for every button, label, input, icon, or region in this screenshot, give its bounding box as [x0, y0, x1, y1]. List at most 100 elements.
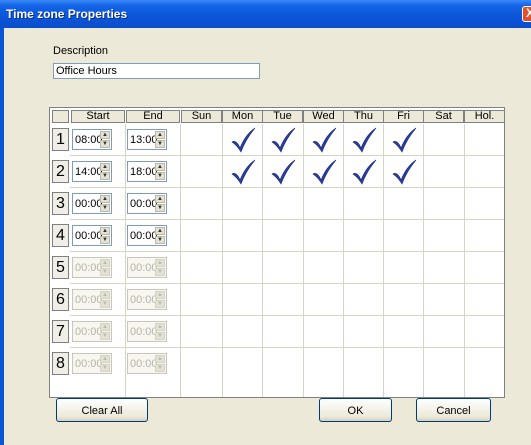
- spin-down-icon[interactable]: ▼: [155, 172, 165, 180]
- start-time-spinner[interactable]: 14:00 ▲ ▼: [72, 161, 112, 182]
- day-cell-wed[interactable]: [304, 157, 343, 187]
- spin-buttons[interactable]: ▲ ▼: [155, 131, 165, 148]
- day-cell-thu[interactable]: [344, 349, 383, 379]
- day-cell-tue[interactable]: [263, 317, 302, 347]
- start-time-spinner[interactable]: 08:00 ▲ ▼: [72, 129, 112, 150]
- day-cell-thu[interactable]: [344, 317, 383, 347]
- day-cell-hol[interactable]: [465, 253, 504, 283]
- day-cell-hol[interactable]: [465, 349, 504, 379]
- day-cell-mon[interactable]: [223, 125, 262, 155]
- spin-down-icon[interactable]: ▼: [155, 236, 165, 244]
- day-cell-mon[interactable]: [223, 253, 262, 283]
- day-cell-sat[interactable]: [424, 285, 463, 315]
- ok-button[interactable]: OK: [319, 398, 392, 422]
- spin-buttons[interactable]: ▲ ▼: [100, 227, 110, 244]
- day-cell-thu[interactable]: [344, 285, 383, 315]
- day-cell-sun[interactable]: [182, 221, 221, 251]
- spin-buttons[interactable]: ▲ ▼: [155, 195, 165, 212]
- spin-up-icon[interactable]: ▲: [100, 195, 110, 203]
- day-cell-fri[interactable]: [384, 285, 423, 315]
- day-cell-mon[interactable]: [223, 221, 262, 251]
- day-cell-sun[interactable]: [182, 349, 221, 379]
- spin-buttons[interactable]: ▲ ▼: [155, 163, 165, 180]
- spin-buttons[interactable]: ▲ ▼: [100, 163, 110, 180]
- day-cell-sat[interactable]: [424, 349, 463, 379]
- day-cell-sun[interactable]: [182, 253, 221, 283]
- day-cell-mon[interactable]: [223, 317, 262, 347]
- day-cell-wed[interactable]: [304, 253, 343, 283]
- day-cell-sat[interactable]: [424, 189, 463, 219]
- day-cell-fri[interactable]: [384, 349, 423, 379]
- day-cell-thu[interactable]: [344, 157, 383, 187]
- spin-up-icon[interactable]: ▲: [100, 163, 110, 171]
- day-cell-hol[interactable]: [465, 285, 504, 315]
- day-cell-hol[interactable]: [465, 221, 504, 251]
- day-cell-sat[interactable]: [424, 221, 463, 251]
- spin-buttons[interactable]: ▲ ▼: [100, 131, 110, 148]
- day-cell-sun[interactable]: [182, 285, 221, 315]
- day-cell-sun[interactable]: [182, 157, 221, 187]
- day-cell-hol[interactable]: [465, 317, 504, 347]
- day-cell-tue[interactable]: [263, 125, 302, 155]
- day-cell-sun[interactable]: [182, 189, 221, 219]
- end-time-spinner[interactable]: 18:00 ▲ ▼: [127, 161, 167, 182]
- spin-up-icon[interactable]: ▲: [100, 131, 110, 139]
- day-cell-mon[interactable]: [223, 157, 262, 187]
- end-time-spinner[interactable]: 00:00 ▲ ▼: [127, 193, 167, 214]
- day-cell-sat[interactable]: [424, 157, 463, 187]
- day-cell-hol[interactable]: [465, 157, 504, 187]
- day-cell-wed[interactable]: [304, 285, 343, 315]
- start-time-spinner[interactable]: 00:00 ▲ ▼: [72, 193, 112, 214]
- clear-all-button[interactable]: Clear All: [56, 398, 148, 422]
- day-cell-wed[interactable]: [304, 221, 343, 251]
- spin-down-icon[interactable]: ▼: [100, 140, 110, 148]
- day-cell-tue[interactable]: [263, 189, 302, 219]
- start-time-spinner[interactable]: 00:00 ▲ ▼: [72, 225, 112, 246]
- spin-buttons[interactable]: ▲ ▼: [155, 227, 165, 244]
- day-cell-wed[interactable]: [304, 349, 343, 379]
- day-cell-sat[interactable]: [424, 125, 463, 155]
- day-cell-wed[interactable]: [304, 317, 343, 347]
- end-time-spinner[interactable]: 00:00 ▲ ▼: [127, 225, 167, 246]
- day-cell-sun[interactable]: [182, 125, 221, 155]
- day-cell-mon[interactable]: [223, 189, 262, 219]
- close-button[interactable]: X: [522, 6, 531, 22]
- day-cell-tue[interactable]: [263, 349, 302, 379]
- day-cell-fri[interactable]: [384, 221, 423, 251]
- day-cell-tue[interactable]: [263, 221, 302, 251]
- spin-up-icon[interactable]: ▲: [155, 163, 165, 171]
- day-cell-tue[interactable]: [263, 157, 302, 187]
- cancel-button[interactable]: Cancel: [416, 398, 491, 422]
- spin-up-icon[interactable]: ▲: [100, 227, 110, 235]
- spin-up-icon[interactable]: ▲: [155, 227, 165, 235]
- spin-down-icon[interactable]: ▼: [155, 140, 165, 148]
- day-cell-tue[interactable]: [263, 253, 302, 283]
- day-cell-hol[interactable]: [465, 125, 504, 155]
- day-cell-wed[interactable]: [304, 125, 343, 155]
- description-input[interactable]: Office Hours: [53, 63, 260, 79]
- spin-down-icon[interactable]: ▼: [100, 204, 110, 212]
- title-bar[interactable]: Time zone Properties X: [0, 0, 531, 28]
- spin-up-icon[interactable]: ▲: [155, 195, 165, 203]
- day-cell-thu[interactable]: [344, 189, 383, 219]
- day-cell-fri[interactable]: [384, 189, 423, 219]
- day-cell-fri[interactable]: [384, 125, 423, 155]
- day-cell-thu[interactable]: [344, 253, 383, 283]
- day-cell-fri[interactable]: [384, 317, 423, 347]
- day-cell-fri[interactable]: [384, 157, 423, 187]
- day-cell-mon[interactable]: [223, 349, 262, 379]
- spin-up-icon[interactable]: ▲: [155, 131, 165, 139]
- spin-buttons[interactable]: ▲ ▼: [100, 195, 110, 212]
- day-cell-mon[interactable]: [223, 285, 262, 315]
- day-cell-sun[interactable]: [182, 317, 221, 347]
- end-time-spinner[interactable]: 13:00 ▲ ▼: [127, 129, 167, 150]
- day-cell-tue[interactable]: [263, 285, 302, 315]
- day-cell-thu[interactable]: [344, 125, 383, 155]
- spin-down-icon[interactable]: ▼: [100, 172, 110, 180]
- spin-down-icon[interactable]: ▼: [100, 236, 110, 244]
- day-cell-sat[interactable]: [424, 317, 463, 347]
- spin-down-icon[interactable]: ▼: [155, 204, 165, 212]
- day-cell-fri[interactable]: [384, 253, 423, 283]
- day-cell-hol[interactable]: [465, 189, 504, 219]
- day-cell-wed[interactable]: [304, 189, 343, 219]
